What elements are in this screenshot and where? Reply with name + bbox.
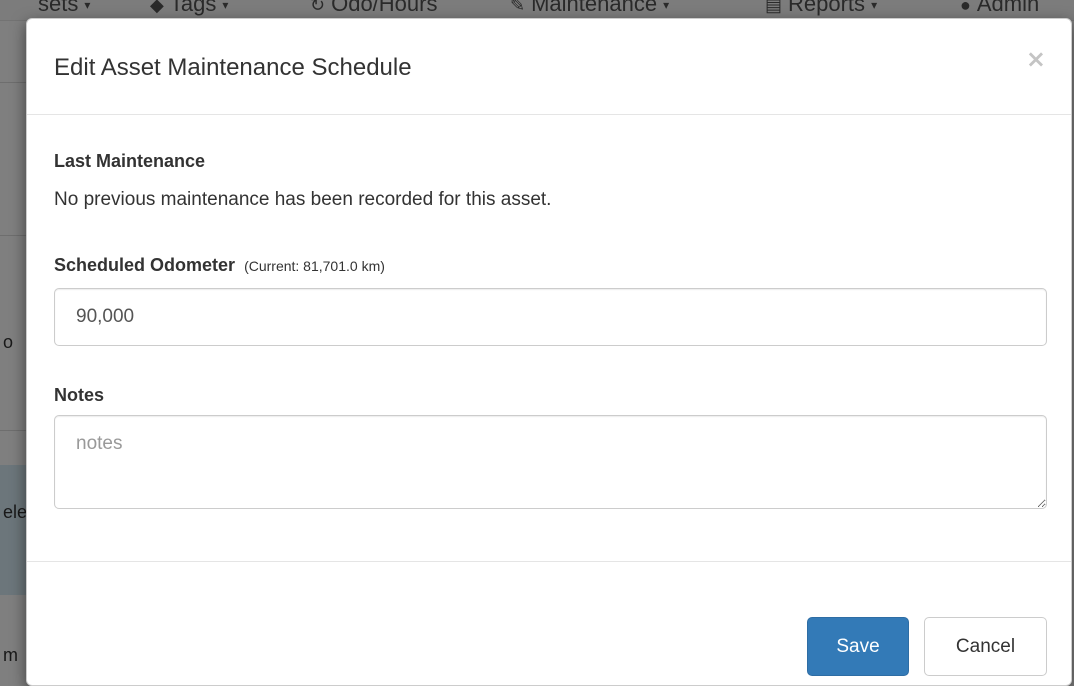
modal-title: Edit Asset Maintenance Schedule xyxy=(54,54,412,81)
close-icon[interactable]: × xyxy=(1026,47,1046,71)
modal-body: Last Maintenance No previous maintenance… xyxy=(27,115,1071,562)
cancel-button[interactable]: Cancel xyxy=(924,617,1047,676)
notes-label: Notes xyxy=(54,385,105,405)
modal-footer: Save Cancel xyxy=(27,562,1071,685)
save-button[interactable]: Save xyxy=(807,617,909,676)
last-maintenance-heading: Last Maintenance xyxy=(54,151,206,171)
current-odometer-hint: (Current: 81,701.0 km) xyxy=(244,258,385,274)
modal-header: Edit Asset Maintenance Schedule × xyxy=(27,19,1071,115)
notes-textarea[interactable] xyxy=(54,415,1047,509)
edit-maintenance-schedule-modal: Edit Asset Maintenance Schedule × Last M… xyxy=(26,18,1072,686)
scheduled-odometer-input[interactable] xyxy=(54,288,1047,346)
scheduled-odometer-label: Scheduled Odometer (Current: 81,701.0 km… xyxy=(54,255,385,276)
scheduled-odometer-label-text: Scheduled Odometer xyxy=(54,255,236,275)
last-maintenance-text: No previous maintenance has been recorde… xyxy=(54,189,552,210)
